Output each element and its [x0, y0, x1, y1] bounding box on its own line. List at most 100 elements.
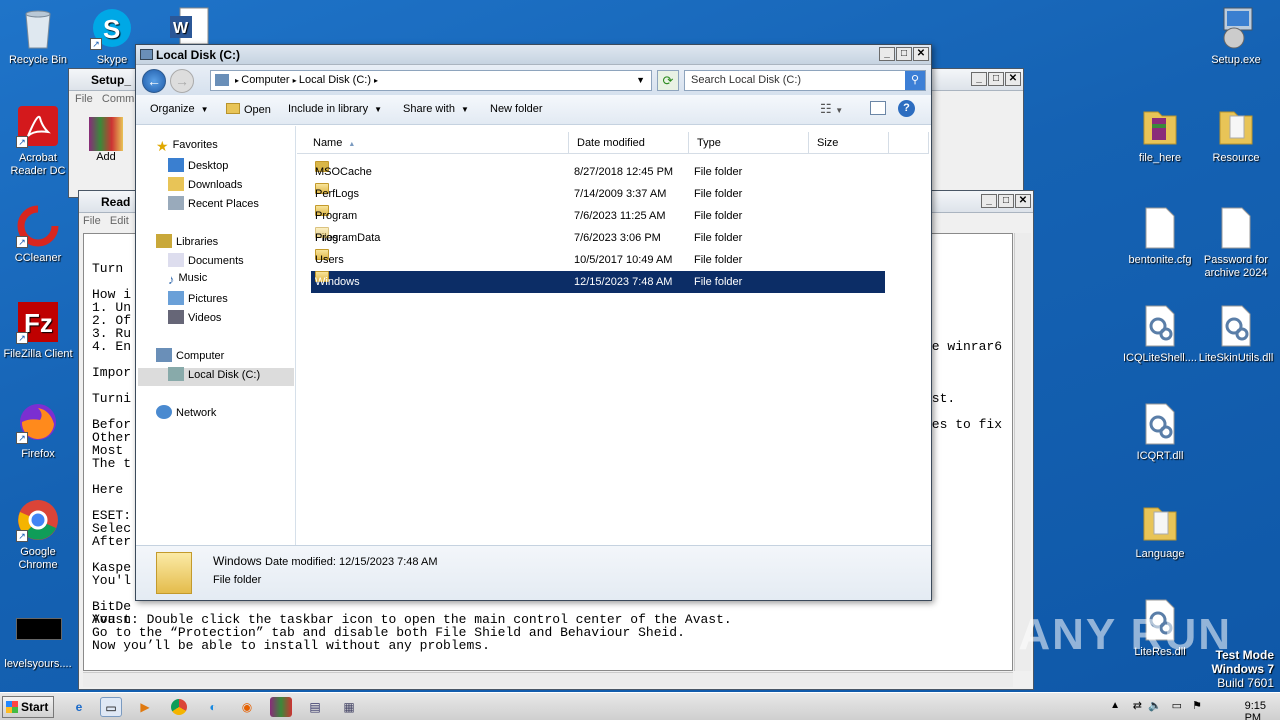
table-row[interactable]: PerfLogs 7/14/2009 3:37 AM File folder: [311, 183, 885, 205]
nav-downloads[interactable]: Downloads: [168, 177, 242, 191]
menu-file[interactable]: File: [83, 215, 101, 227]
back-button[interactable]: ←: [142, 69, 166, 93]
share-with-button[interactable]: Share with ▼: [403, 103, 469, 115]
address-bar-area: ← → ▸ Computer ▸ Local Disk (C:) ▸ ▼ ⟳ S…: [136, 65, 931, 95]
desktop-icon-recycle-bin[interactable]: Recycle Bin: [0, 6, 76, 67]
explorer-titlebar[interactable]: Local Disk (C:) _ □ ✕: [136, 45, 931, 65]
desktop-icon-liteskinutils[interactable]: LiteSkinUtils.dll: [1198, 304, 1274, 365]
column-header-type[interactable]: Type: [689, 132, 809, 154]
close-button[interactable]: ✕: [913, 47, 929, 61]
minimize-button[interactable]: _: [879, 47, 895, 61]
desktop-icon-acrobat[interactable]: ↗ Acrobat Reader DC: [0, 104, 76, 178]
table-row[interactable]: MSOCache 8/27/2018 12:45 PM File folder: [311, 161, 885, 183]
chrome-icon: ↗: [16, 498, 60, 542]
edge-icon[interactable]: ◐: [202, 697, 224, 717]
desktop-icon-filezilla[interactable]: Fz ↗ FileZilla Client: [0, 300, 76, 361]
start-button[interactable]: Start: [2, 696, 54, 718]
desktop-icon-password[interactable]: Password for archive 2024: [1198, 206, 1274, 280]
desktop-icon-language[interactable]: Language: [1122, 500, 1198, 561]
nav-videos[interactable]: Videos: [168, 310, 221, 324]
close-button[interactable]: ✕: [1015, 194, 1031, 208]
menu-edit[interactable]: Edit: [110, 215, 129, 227]
media-player-icon[interactable]: ▶: [134, 697, 156, 717]
minimize-button[interactable]: _: [971, 72, 987, 86]
view-options-icon[interactable]: ☷ ▼: [820, 101, 843, 117]
vertical-scrollbar[interactable]: [1014, 233, 1031, 671]
firefox-taskbar-icon[interactable]: ◉: [236, 697, 258, 717]
desktop-icon-setup-exe[interactable]: Setup.exe: [1198, 6, 1274, 67]
display-icon[interactable]: ▭: [1172, 699, 1182, 712]
nav-desktop[interactable]: Desktop: [168, 158, 228, 172]
setup-taskbar-icon[interactable]: ▦: [338, 697, 360, 717]
nav-documents[interactable]: Documents: [168, 253, 244, 267]
svg-text:Fz: Fz: [24, 308, 53, 338]
maximize-button[interactable]: □: [896, 47, 912, 61]
desktop-icon-icqliteshell[interactable]: ICQLiteShell....: [1122, 304, 1198, 365]
minimize-button[interactable]: _: [981, 194, 997, 208]
organize-button[interactable]: Organize ▼: [150, 103, 209, 115]
show-hidden-icons[interactable]: ▲: [1110, 700, 1120, 711]
nav-computer[interactable]: Computer: [156, 348, 224, 362]
address-bar[interactable]: ▸ Computer ▸ Local Disk (C:) ▸ ▼: [210, 70, 652, 91]
close-button[interactable]: ✕: [1005, 72, 1021, 86]
help-icon[interactable]: ?: [898, 100, 915, 117]
desktop-icon-ccleaner[interactable]: ↗ CCleaner: [0, 204, 76, 265]
column-header-size[interactable]: Size: [809, 132, 889, 154]
breadcrumb-local-disk[interactable]: Local Disk (C:): [299, 74, 371, 86]
explorer-window[interactable]: Local Disk (C:) _ □ ✕ ← → ▸ Computer ▸ Loc…: [135, 44, 932, 601]
table-row-selected[interactable]: Windows 12/15/2023 7:48 AM File folder: [311, 271, 885, 293]
folder-icon: [1214, 104, 1258, 148]
include-in-library-button[interactable]: Include in library ▼: [288, 103, 382, 115]
details-date: Date modified: 12/15/2023 7:48 AM: [265, 556, 438, 568]
maximize-button[interactable]: □: [988, 72, 1004, 86]
flag-icon[interactable]: ⚑: [1192, 699, 1202, 712]
desktop-icon-levelsyours[interactable]: levelsyours....: [0, 610, 76, 671]
menu-comm[interactable]: Comm: [102, 93, 134, 105]
search-input[interactable]: Search Local Disk (C:) ⚲: [684, 70, 926, 91]
notepad-taskbar-icon[interactable]: ▤: [304, 697, 326, 717]
clock[interactable]: 9:15 PM: [1245, 700, 1266, 720]
nav-pictures[interactable]: Pictures: [168, 291, 228, 305]
forward-button[interactable]: →: [170, 69, 194, 93]
desktop-icon-resource[interactable]: Resource: [1198, 104, 1274, 165]
music-icon: ♪: [168, 272, 175, 287]
nav-network[interactable]: Network: [156, 405, 216, 419]
table-row[interactable]: Program Files 7/6/2023 11:25 AM File folde…: [311, 205, 885, 244]
desktop-icon-chrome[interactable]: ↗ Google Chrome: [0, 498, 76, 572]
svg-text:S: S: [103, 14, 120, 44]
chevron-down-icon[interactable]: ▼: [636, 71, 645, 90]
add-button[interactable]: Add: [89, 117, 123, 163]
explorer-taskbar-icon[interactable]: ▭: [100, 697, 122, 717]
desktop-icon-bentonite[interactable]: bentonite.cfg: [1122, 206, 1198, 267]
menu-file[interactable]: File: [75, 93, 93, 105]
open-button[interactable]: Open: [226, 103, 271, 116]
column-header-name[interactable]: Name ▲: [297, 132, 569, 154]
search-icon[interactable]: ⚲: [905, 71, 925, 90]
column-header-date[interactable]: Date modified: [569, 132, 689, 154]
setup-icon: [1214, 6, 1258, 50]
ie-icon[interactable]: e: [68, 697, 90, 717]
desktop-icon-file-here[interactable]: file_here: [1122, 104, 1198, 165]
winrar-taskbar-icon[interactable]: [270, 697, 292, 717]
nav-recent-places[interactable]: Recent Places: [168, 196, 259, 210]
table-row[interactable]: Users 10/5/2017 10:49 AM File folder: [311, 249, 885, 271]
nav-local-disk[interactable]: Local Disk (C:): [168, 367, 260, 381]
chrome-taskbar-icon[interactable]: [168, 697, 190, 717]
horizontal-scrollbar[interactable]: [83, 672, 1013, 687]
star-icon: ★: [156, 138, 169, 154]
nav-favorites[interactable]: ★ Favorites: [156, 138, 218, 154]
breadcrumb-computer[interactable]: Computer: [241, 74, 289, 86]
volume-icon[interactable]: 🔈: [1148, 699, 1162, 712]
explorer-title: Local Disk (C:): [156, 48, 241, 62]
table-row[interactable]: ProgramData 7/6/2023 3:06 PM File folder: [311, 227, 885, 249]
nav-libraries[interactable]: Libraries: [156, 234, 218, 248]
network-tray-icon[interactable]: ⇄: [1133, 699, 1142, 712]
new-folder-button[interactable]: New folder: [490, 103, 543, 115]
nav-music[interactable]: ♪ Music: [168, 272, 207, 287]
desktop-icon-firefox[interactable]: ↗ Firefox: [0, 400, 76, 461]
maximize-button[interactable]: □: [998, 194, 1014, 208]
desktop-icon-icqrt[interactable]: ICQRT.dll: [1122, 402, 1198, 463]
preview-pane-icon[interactable]: [870, 101, 886, 115]
refresh-button[interactable]: ⟳: [657, 70, 679, 91]
file-icon: [1138, 206, 1182, 250]
